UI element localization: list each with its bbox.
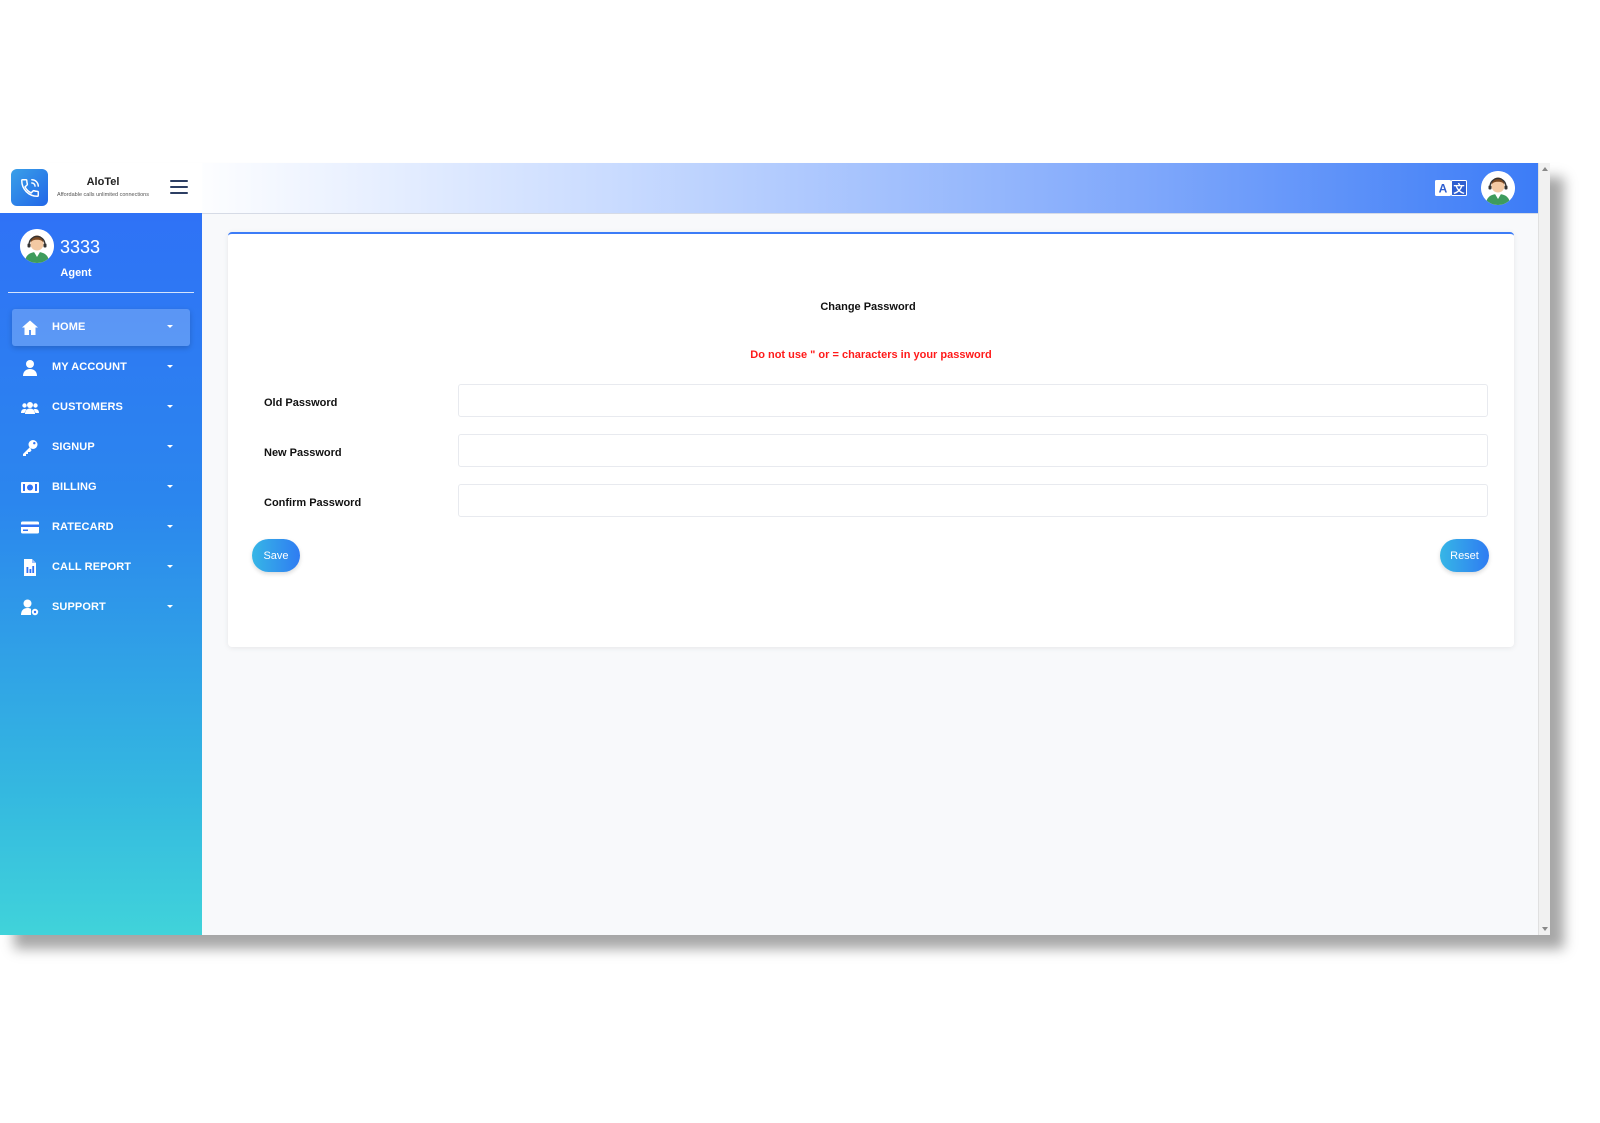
user-cog-icon bbox=[21, 599, 39, 616]
sidebar-item-call-report[interactable]: CALL REPORT bbox=[12, 549, 190, 586]
user-icon bbox=[23, 360, 37, 376]
hamburger-menu-icon[interactable] bbox=[170, 180, 188, 196]
sidebar-item-label: SIGNUP bbox=[52, 441, 95, 453]
old-password-field[interactable] bbox=[458, 384, 1488, 417]
app-window: AloTel Affordable calls unlimited connec… bbox=[0, 163, 1550, 935]
report-icon bbox=[24, 559, 36, 576]
caret-down-icon bbox=[167, 365, 173, 368]
sidebar-item-label: SUPPORT bbox=[52, 601, 106, 613]
sidebar-item-label: MY ACCOUNT bbox=[52, 361, 127, 373]
caret-down-icon bbox=[167, 565, 173, 568]
confirm-password-field[interactable] bbox=[458, 484, 1488, 517]
sidebar-item-label: RATECARD bbox=[52, 521, 114, 533]
user-role: Agent bbox=[60, 267, 92, 279]
svg-text:文: 文 bbox=[1454, 182, 1466, 196]
sidebar-item-label: HOME bbox=[52, 321, 86, 333]
caret-down-icon bbox=[167, 485, 173, 488]
scroll-up-icon[interactable] bbox=[1542, 167, 1548, 171]
sidebar-item-label: CUSTOMERS bbox=[52, 401, 123, 413]
old-password-label: Old Password bbox=[264, 397, 338, 409]
caret-down-icon bbox=[167, 325, 173, 328]
sidebar-item-label: CALL REPORT bbox=[52, 561, 132, 573]
password-warning: Do not use " or = characters in your pas… bbox=[750, 349, 992, 361]
change-password-card: Change Password Do not use " or = charac… bbox=[228, 232, 1514, 647]
sidebar-item-support[interactable]: SUPPORT bbox=[12, 589, 190, 626]
caret-down-icon bbox=[167, 405, 173, 408]
money-icon bbox=[21, 482, 39, 493]
brand-name: AloTel bbox=[86, 176, 120, 188]
save-button[interactable]: Save bbox=[252, 539, 300, 572]
user-name: 3333 bbox=[60, 237, 101, 257]
caret-down-icon bbox=[167, 445, 173, 448]
new-password-label: New Password bbox=[264, 447, 342, 459]
users-icon bbox=[21, 402, 39, 414]
brand-tagline: Affordable calls unlimited connections bbox=[57, 192, 149, 198]
page-title: Change Password bbox=[820, 301, 916, 313]
divider bbox=[8, 292, 194, 293]
confirm-password-label: Confirm Password bbox=[264, 497, 362, 509]
new-password-field[interactable] bbox=[458, 434, 1488, 467]
caret-down-icon bbox=[167, 605, 173, 608]
scroll-down-icon[interactable] bbox=[1542, 927, 1548, 931]
sidebar-nav: HOME MY ACCOUNT CUSTOMERS SIGNUP BILLING… bbox=[12, 309, 190, 629]
sidebar-item-customers[interactable]: CUSTOMERS bbox=[12, 389, 190, 426]
caret-down-icon bbox=[167, 525, 173, 528]
top-header: AloTel Affordable calls unlimited connec… bbox=[0, 163, 1538, 214]
sidebar-item-signup[interactable]: SIGNUP bbox=[12, 429, 190, 466]
phone-logo-icon bbox=[11, 169, 48, 206]
sidebar-item-home[interactable]: HOME bbox=[12, 309, 190, 346]
sidebar-item-ratecard[interactable]: RATECARD bbox=[12, 509, 190, 546]
sidebar-item-label: BILLING bbox=[52, 481, 97, 493]
sidebar-item-billing[interactable]: BILLING bbox=[12, 469, 190, 506]
user-avatar bbox=[20, 229, 54, 263]
svg-text:A: A bbox=[1439, 182, 1448, 196]
scrollbar[interactable] bbox=[1538, 163, 1550, 935]
key-icon bbox=[23, 440, 38, 456]
profile-avatar[interactable] bbox=[1481, 171, 1515, 205]
reset-button[interactable]: Reset bbox=[1440, 539, 1489, 572]
home-icon bbox=[22, 320, 38, 335]
sidebar: 3333 Agent HOME MY ACCOUNT CUSTOMERS SIG… bbox=[0, 213, 202, 935]
credit-card-icon bbox=[21, 521, 39, 534]
sidebar-item-my-account[interactable]: MY ACCOUNT bbox=[12, 349, 190, 386]
translate-icon[interactable]: A 文 bbox=[1435, 180, 1468, 196]
